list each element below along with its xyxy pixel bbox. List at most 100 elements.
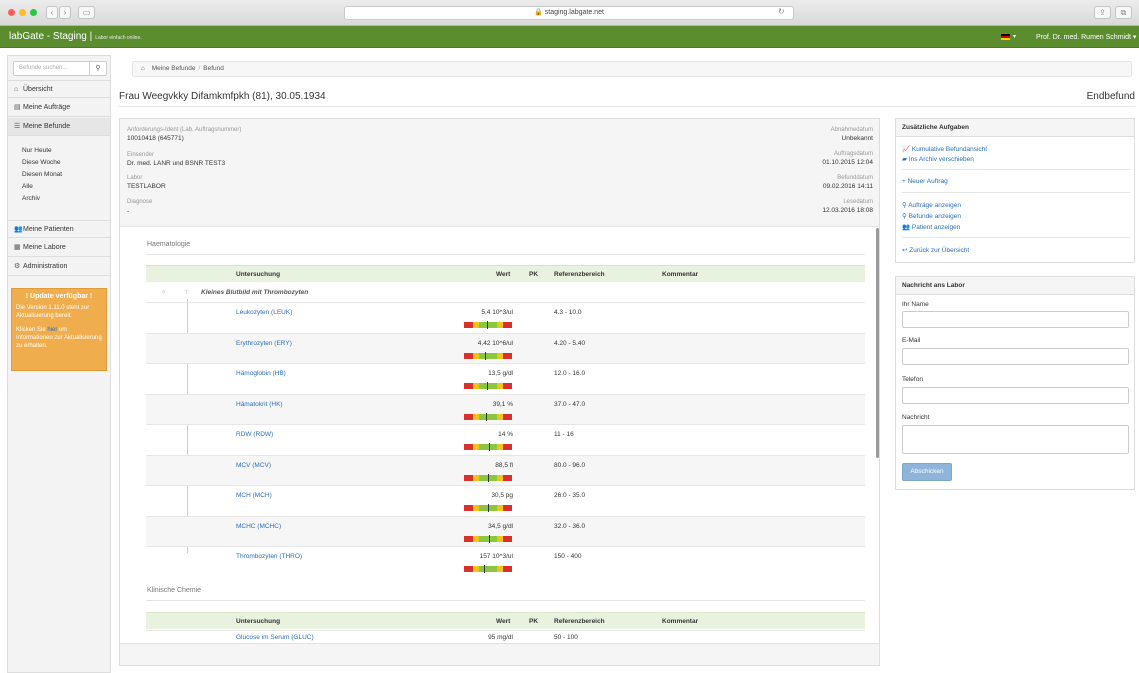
show-patient-link[interactable]: 👥 Patient anzeigen — [902, 223, 960, 231]
section-title-klinische-chemie: Klinische Chemie — [147, 587, 202, 594]
scrollbar[interactable] — [876, 228, 879, 458]
name-field[interactable] — [902, 311, 1129, 328]
test-name-link[interactable]: Erythrozyten (ERY) — [236, 340, 292, 347]
message-textarea[interactable] — [902, 425, 1129, 454]
email-label: E-Mail — [902, 337, 921, 344]
collapse-icon[interactable]: ▿ — [162, 288, 165, 296]
tasks-panel: Zusätzliche Aufgaben 📈 Kumulative Befund… — [895, 118, 1135, 263]
minimize-window-button[interactable] — [19, 9, 26, 16]
cumulative-view-link[interactable]: 📈 Kumulative Befundansicht — [902, 145, 987, 153]
test-name-link[interactable]: Leukozyten (LEUK) — [236, 309, 292, 316]
home-icon[interactable]: ⌂ — [141, 65, 145, 72]
sidebar-item-uebersicht[interactable]: ⌂ Übersicht — [8, 80, 110, 98]
table-row: MCHC (MCHC) 34,5 g/dl 32.0 - 36.0 — [146, 515, 865, 547]
sidebar-subitem-diesen-monat[interactable]: Diesen Monat — [22, 171, 62, 178]
auftrag-label: Auftragsdatum — [833, 151, 873, 157]
abnahme-value: Unbekannt — [841, 135, 873, 142]
email-field[interactable] — [902, 348, 1129, 365]
sidebar-item-label: Übersicht — [23, 86, 53, 93]
col-referenzbereich: Referenzbereich — [554, 618, 605, 625]
close-window-button[interactable] — [8, 9, 15, 16]
value-marker — [488, 473, 489, 482]
language-flag-icon[interactable] — [1001, 34, 1010, 40]
range-indicator — [464, 565, 512, 573]
sidebar-item-befunde[interactable]: ☰ Meine Befunde — [8, 118, 110, 136]
breadcrumb: ⌂ Meine Befunde / Befund — [132, 61, 1132, 77]
chevron-down-icon[interactable]: ▾ — [1013, 33, 1016, 40]
table-row: Erythrozyten (ERY) 4,42 10^6/ul 4.20 - 5.4… — [146, 332, 865, 364]
divider — [902, 237, 1130, 238]
show-patient-label: Patient anzeigen — [911, 224, 961, 231]
cumulative-view-label: Kumulative Befundansicht — [911, 146, 988, 153]
telefon-field[interactable] — [902, 387, 1129, 404]
diagnose-value: - — [127, 208, 130, 215]
share-button[interactable]: ⇪ — [1094, 6, 1111, 19]
test-value: 95 mg/dl — [488, 634, 513, 641]
range-normal-green — [479, 383, 497, 389]
address-bar[interactable]: 🔒 staging.labgate.net — [344, 6, 794, 20]
sidebar-subitem-archiv[interactable]: Archiv — [22, 195, 40, 202]
search-icon: ⚲ — [902, 213, 907, 220]
sidebar-subitem-alle[interactable]: Alle — [22, 183, 33, 190]
user-name: Prof. Dr. med. Rumen Schmidt — [1036, 34, 1131, 41]
submit-button[interactable]: Abschicken — [902, 463, 952, 481]
section-title-haematologie: Haematologie — [147, 241, 191, 248]
breadcrumb-item-befunde[interactable]: Meine Befunde — [152, 65, 196, 72]
update-link[interactable]: hier — [47, 327, 57, 333]
table-row: Glucose im Serum (GLUC) 95 mg/dl 50 - 10… — [146, 630, 865, 644]
back-button[interactable]: ‹ — [46, 6, 58, 19]
labor-value: TESTLABOR — [127, 183, 166, 190]
show-reports-link[interactable]: ⚲ Befunde anzeigen — [902, 212, 961, 220]
sidebar-item-label: Administration — [23, 263, 68, 270]
range-low-red — [464, 444, 473, 450]
maximize-window-button[interactable] — [30, 9, 37, 16]
users-icon: 👥 — [14, 226, 23, 233]
show-orders-link[interactable]: ⚲ Aufträge anzeigen — [902, 201, 961, 209]
list-icon: ☰ — [14, 123, 21, 130]
show-orders-label: Aufträge anzeigen — [908, 202, 961, 209]
range-high-red — [503, 566, 512, 572]
sidebar-subitem-nur-heute[interactable]: Nur Heute — [22, 147, 52, 154]
value-marker — [489, 443, 490, 451]
table-row: Thrombozyten (THRO) 157 10^3/ul 150 - 400 — [146, 546, 865, 577]
test-name-link[interactable]: MCH (MCH) — [236, 492, 272, 499]
sidebar-toggle-button[interactable]: ▭ — [78, 6, 95, 19]
test-name-link[interactable]: Thrombozyten (THRO) — [236, 553, 302, 560]
test-name-link[interactable]: RDW (RDW) — [236, 431, 273, 438]
tasks-title: Zusätzliche Aufgaben — [896, 119, 1134, 137]
range-high-red — [503, 413, 512, 420]
search-icon[interactable]: ⚲ — [89, 62, 106, 75]
archive-link[interactable]: ▰ Ins Archiv verschieben — [902, 155, 974, 163]
report-status: Endbefund — [1086, 91, 1135, 102]
sidebar-item-labore[interactable]: ▦ Meine Labore — [8, 239, 110, 257]
test-value: 157 10^3/ul — [479, 553, 513, 560]
sidebar-item-patienten[interactable]: 👥Meine Patienten — [8, 220, 110, 238]
user-menu[interactable]: Prof. Dr. med. Rumen Schmidt ▾ — [1036, 33, 1136, 41]
range-normal-green — [479, 535, 497, 542]
test-reference: 50 - 100 — [554, 634, 578, 641]
sidebar-item-auftraege[interactable]: ▤ Meine Aufträge — [8, 99, 110, 117]
brand[interactable]: labGate - Staging | Labor einfach online. — [9, 31, 142, 42]
nachricht-label: Nachricht — [902, 414, 930, 421]
tabs-button[interactable]: ⧉ — [1115, 6, 1132, 19]
lese-label: Lesedatum — [843, 199, 873, 205]
test-name-link[interactable]: Glucose im Serum (GLUC) — [236, 634, 314, 641]
forward-button[interactable]: › — [59, 6, 71, 19]
ident-label: Anforderungs-Ident (Lab. Auftragsnummer) — [127, 127, 242, 133]
test-name-link[interactable]: Hämatokrit (HK) — [236, 401, 283, 408]
sidebar-item-administration[interactable]: ⚙ Administration — [8, 258, 110, 276]
test-name-link[interactable]: MCV (MCV) — [236, 462, 271, 469]
sidebar-item-label: Meine Labore — [23, 244, 66, 251]
name-label: Ihr Name — [902, 301, 929, 308]
group-row[interactable]: ▿ ┬ Kleines Blutbild mit Thrombozyten — [146, 284, 865, 302]
new-order-link[interactable]: + Neuer Auftrag — [902, 178, 948, 185]
value-marker — [487, 321, 488, 329]
sidebar-subitem-diese-woche[interactable]: Diese Woche — [22, 159, 61, 166]
back-to-overview-link[interactable]: ↩ Zurück zur Übersicht — [902, 246, 969, 254]
update-title: ! Update verfügbar ! — [25, 293, 93, 300]
test-name-link[interactable]: Hämoglobin (HB) — [236, 370, 286, 377]
search-input[interactable]: Befunde suchen... ⚲ — [13, 61, 107, 76]
reload-icon[interactable]: ↻ — [778, 7, 785, 16]
sidebar-item-label: Meine Aufträge — [23, 104, 71, 111]
test-name-link[interactable]: MCHC (MCHC) — [236, 523, 281, 530]
